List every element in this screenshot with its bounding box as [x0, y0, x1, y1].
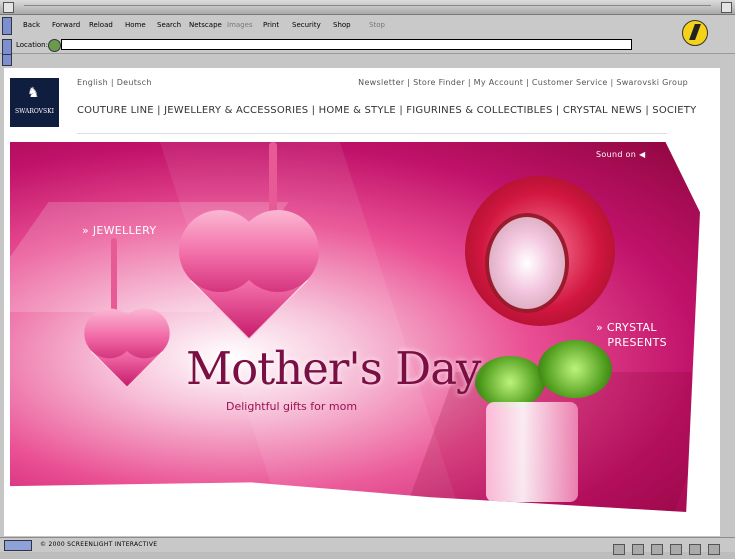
print-button[interactable]: Print	[263, 21, 279, 29]
crystal-presents-link[interactable]: » CRYSTAL PRESENTS	[596, 320, 667, 350]
status-text: © 2000 SCREENLIGHT INTERACTIVE	[40, 541, 158, 548]
search-button[interactable]: Search	[157, 21, 181, 29]
location-toolbar: Location:	[0, 37, 735, 57]
hero-title: Mother's Day	[186, 342, 481, 395]
speaker-icon: ◀	[638, 150, 646, 159]
browser-window: Back Forward Reload Home Search Netscape…	[0, 0, 735, 555]
status-bar: © 2000 SCREENLIGHT INTERACTIVE	[0, 537, 735, 555]
my-account-link[interactable]: My Account	[474, 78, 523, 87]
nav-couture-line[interactable]: COUTURE LINE	[77, 105, 154, 116]
language-link-english[interactable]: English	[77, 78, 108, 87]
shop-button[interactable]: Shop	[333, 21, 351, 29]
personal-toolbar-collapse-handle[interactable]	[2, 54, 12, 66]
images-button[interactable]: Images	[227, 21, 253, 29]
toolbar-collapse-handle[interactable]	[2, 17, 12, 35]
nav-crystal-news[interactable]: CRYSTAL NEWS	[563, 105, 642, 116]
mail-icon[interactable]	[651, 544, 664, 555]
location-label: Location:	[16, 41, 48, 49]
home-button[interactable]: Home	[125, 21, 146, 29]
window-titlebar[interactable]	[0, 0, 735, 15]
vertical-scrollbar[interactable]	[720, 68, 733, 536]
double-chevron-icon: »	[82, 224, 90, 237]
stop-button[interactable]: Stop	[369, 21, 385, 29]
sound-toggle[interactable]: Sound on ◀	[596, 150, 645, 159]
crystal-flower-center	[485, 213, 569, 313]
utility-links: Newsletter | Store Finder | My Account |…	[358, 78, 688, 87]
language-link-deutsch[interactable]: Deutsch	[117, 78, 152, 87]
nav-jewellery-accessories[interactable]: JEWELLERY & ACCESSORIES	[164, 105, 308, 116]
security-lock-icon[interactable]	[613, 544, 625, 555]
nav-society[interactable]: SOCIETY	[652, 105, 696, 116]
nav-figurines-collectibles[interactable]: FIGURINES & COLLECTIBLES	[406, 105, 552, 116]
navigator-icon[interactable]	[632, 544, 645, 555]
mothers-day-banner[interactable]: Sound on ◀ » JEWELLERY » CRYSTAL PRESENT…	[10, 142, 700, 512]
small-crystal-heart	[90, 314, 164, 388]
header-divider	[77, 133, 667, 134]
web-page: ♞ SWAROVSKI English | Deutsch Newsletter…	[4, 68, 720, 536]
status-icons	[613, 540, 723, 555]
location-input[interactable]	[61, 39, 632, 50]
crystal-vase	[486, 402, 578, 502]
hero-subtitle: Delightful gifts for mom	[226, 400, 358, 413]
swarovski-logo[interactable]: ♞ SWAROVSKI	[10, 78, 59, 127]
nav-home-style[interactable]: HOME & STYLE	[319, 105, 396, 116]
customer-service-link[interactable]: Customer Service	[532, 78, 608, 87]
logo-text: SWAROVSKI	[15, 108, 54, 115]
close-box[interactable]	[3, 2, 14, 13]
jewellery-promo-link[interactable]: » JEWELLERY	[82, 224, 156, 237]
security-button[interactable]: Security	[292, 21, 321, 29]
store-finder-link[interactable]: Store Finder	[413, 78, 465, 87]
netscape-throbber-icon[interactable]	[682, 20, 708, 46]
swarovski-group-link[interactable]: Swarovski Group	[616, 78, 688, 87]
zoom-box[interactable]	[721, 2, 732, 13]
back-button[interactable]: Back	[23, 21, 40, 29]
composer-icon[interactable]	[670, 544, 683, 555]
swan-icon: ♞	[27, 85, 40, 101]
reload-button[interactable]: Reload	[89, 21, 113, 29]
navigation-toolbar: Back Forward Reload Home Search Netscape…	[0, 15, 735, 38]
netscape-button[interactable]: Netscape	[189, 21, 222, 29]
component-bar-icon[interactable]	[4, 540, 32, 551]
forward-button[interactable]: Forward	[52, 21, 80, 29]
addressbook-icon[interactable]	[689, 544, 702, 555]
language-links: English | Deutsch	[77, 78, 152, 87]
newsletter-link[interactable]: Newsletter	[358, 78, 404, 87]
main-navigation: COUTURE LINE | JEWELLERY & ACCESSORIES |…	[77, 105, 697, 116]
double-chevron-icon: »	[596, 321, 604, 334]
offline-icon[interactable]	[708, 544, 721, 555]
page-proxy-icon[interactable]	[48, 39, 61, 52]
